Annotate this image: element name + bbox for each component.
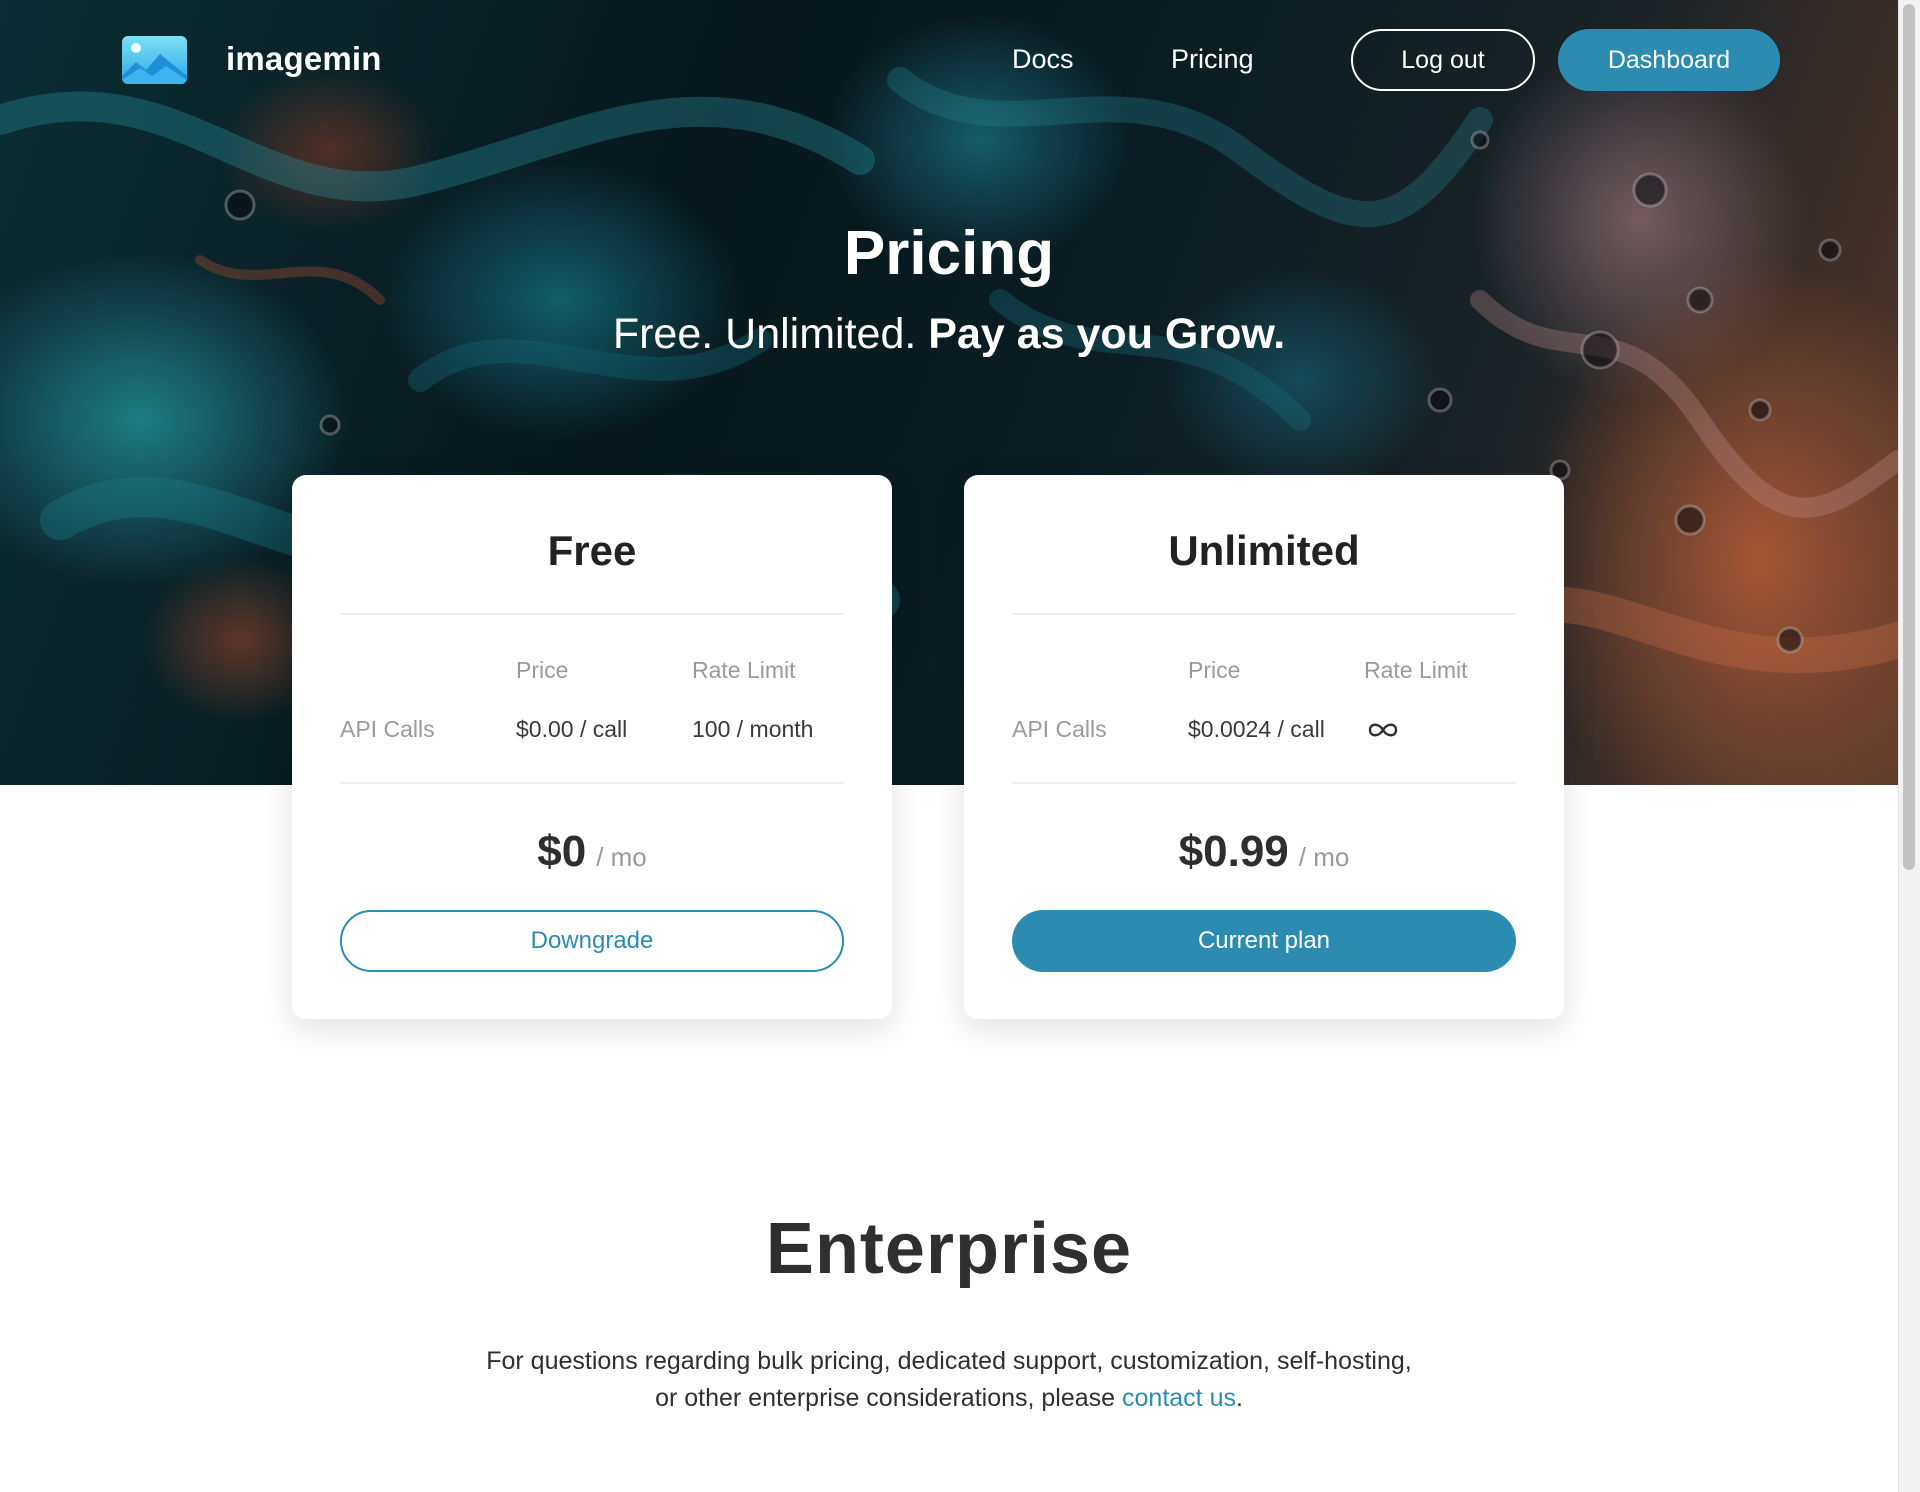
price-per-call: $0.0024 / call (1188, 716, 1325, 742)
plan-price: $0 / mo (292, 827, 892, 877)
plan-card-unlimited: Unlimited Price Rate Limit API Calls $0.… (964, 475, 1564, 1019)
downgrade-button[interactable]: Downgrade (340, 910, 844, 972)
divider (340, 613, 844, 615)
divider (340, 782, 844, 784)
scrollbar-thumb[interactable] (1903, 4, 1915, 870)
image-icon[interactable] (122, 36, 187, 84)
plan-period: / mo (1298, 842, 1350, 872)
plan-price: $0.99 / mo (964, 827, 1564, 877)
subtitle-plain: Free. Unlimited. (612, 310, 929, 358)
dashboard-button[interactable]: Dashboard (1558, 29, 1780, 91)
hero-banner: imagemin Docs Pricing Log out Dashboard … (0, 0, 1898, 785)
brand-name[interactable]: imagemin (226, 40, 382, 78)
plan-amount: $0.99 (1178, 827, 1289, 876)
divider (1012, 613, 1516, 615)
price-per-call: $0.00 / call (516, 716, 628, 742)
plan-card-free: Free Price Rate Limit API Calls $0.00 / … (292, 475, 892, 1019)
plan-name: Unlimited (1168, 527, 1360, 574)
column-header-rate-limit: Rate Limit (1364, 657, 1468, 683)
enterprise-description: For questions regarding bulk pricing, de… (480, 1343, 1418, 1417)
nav-pricing[interactable]: Pricing (1171, 44, 1254, 75)
contact-us-link[interactable]: contact us (1122, 1384, 1236, 1412)
column-header-price: Price (516, 657, 569, 683)
subtitle-bold: Pay as you Grow. (928, 310, 1286, 358)
current-plan-button[interactable]: Current plan (1012, 910, 1516, 972)
page-subtitle: Free. Unlimited. Pay as you Grow. (0, 310, 1898, 359)
hero-background-image (0, 67, 1898, 674)
enterprise-title: Enterprise (765, 1209, 1133, 1289)
nav-docs[interactable]: Docs (1012, 44, 1074, 75)
plan-name: Free (547, 527, 637, 574)
plan-amount: $0 (537, 827, 587, 876)
column-header-rate-limit: Rate Limit (692, 657, 796, 683)
plan-period: / mo (596, 842, 647, 872)
logout-button[interactable]: Log out (1351, 29, 1535, 91)
enterprise-text-end: . (1235, 1384, 1243, 1412)
row-label-api-calls: API Calls (1012, 716, 1107, 742)
rate-limit-value: 100 / month (692, 716, 814, 742)
enterprise-text: For questions regarding bulk pricing, de… (486, 1347, 1412, 1412)
column-header-price: Price (1188, 657, 1241, 683)
page-title: Pricing (843, 219, 1055, 288)
divider (1012, 782, 1516, 784)
row-label-api-calls: API Calls (340, 716, 435, 742)
infinity-icon (1368, 723, 1398, 737)
